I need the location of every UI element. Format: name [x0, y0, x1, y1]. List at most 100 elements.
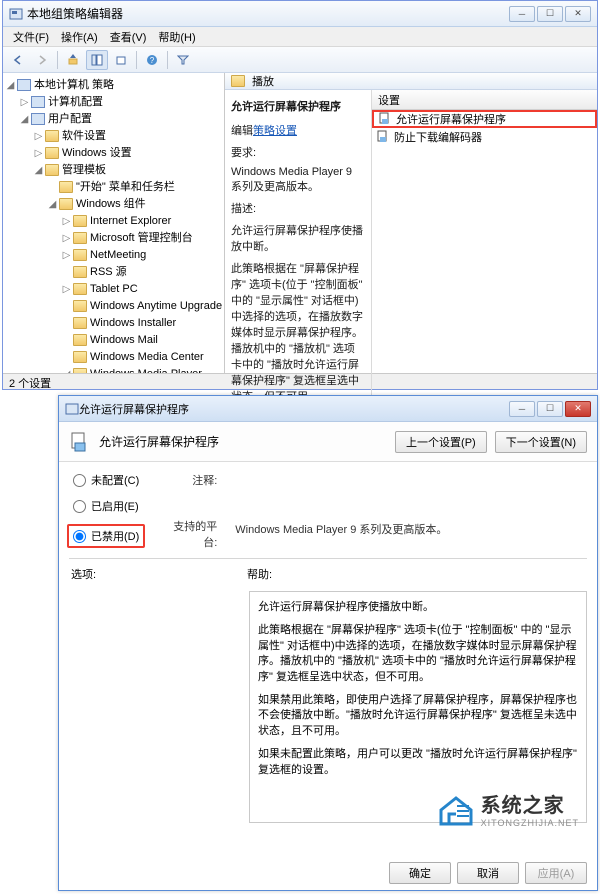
minimize-button[interactable]: ─	[509, 401, 535, 417]
radio-disabled[interactable]: 已禁用(D)	[73, 528, 139, 544]
desc-text: 允许运行屏幕保护程序使播放中断。	[231, 222, 365, 254]
back-button[interactable]	[7, 50, 29, 70]
show-hide-tree-button[interactable]	[86, 50, 108, 70]
policy-tree: ◢本地计算机 策略 ▷计算机配置 ◢用户配置 ▷软件设置 ▷Windows 设置…	[3, 77, 224, 373]
tree-label: Windows 组件	[76, 198, 146, 210]
apply-button[interactable]: 应用(A)	[525, 862, 587, 884]
tree-label: Windows Anytime Upgrade	[90, 300, 222, 312]
tree-label: RSS 源	[90, 266, 127, 278]
policy-icon	[376, 130, 390, 144]
tree-node-tablet[interactable]: ▷Tablet PC	[61, 281, 224, 298]
folder-icon	[45, 164, 59, 176]
tree-node-installer[interactable]: Windows Installer	[61, 315, 224, 332]
window-title: 本地组策略编辑器	[27, 5, 509, 22]
minimize-button[interactable]: ─	[509, 6, 535, 22]
tree-node-start-taskbar[interactable]: "开始" 菜单和任务栏	[47, 179, 224, 196]
toolbar: ?	[3, 47, 597, 73]
policy-icon	[69, 431, 91, 453]
maximize-button[interactable]: ☐	[537, 6, 563, 22]
list-row-allow-screensaver[interactable]: 允许运行屏幕保护程序	[372, 110, 597, 128]
toolbar-separator-2	[136, 51, 137, 69]
client-area: ◢本地计算机 策略 ▷计算机配置 ◢用户配置 ▷软件设置 ▷Windows 设置…	[3, 73, 597, 373]
close-button[interactable]: ✕	[565, 6, 591, 22]
list-column-header[interactable]: 设置	[372, 90, 597, 110]
tree-label: NetMeeting	[90, 249, 146, 261]
tree-label: Windows Installer	[90, 317, 176, 329]
list-item-label: 防止下载编解码器	[394, 129, 482, 145]
watermark-text: 系统之家 XITONGZHIJIA.NET	[481, 789, 579, 828]
desc-para2: 此策略根据在 "屏幕保护程序" 选项卡(位于 "控制面板" 中的 "显示属性" …	[231, 260, 365, 404]
prev-setting-button[interactable]: 上一个设置(P)	[395, 431, 487, 453]
folder-icon	[73, 249, 87, 261]
tree-node-ie[interactable]: ▷Internet Explorer	[61, 213, 224, 230]
folder-icon	[73, 283, 87, 295]
tree-node-computer-cfg[interactable]: ▷计算机配置	[19, 94, 224, 111]
radio-enabled[interactable]: 已启用(E)	[73, 498, 145, 514]
menu-action[interactable]: 操作(A)	[55, 27, 104, 47]
titlebar[interactable]: 本地组策略编辑器 ─ ☐ ✕	[3, 1, 597, 27]
edit-label: 编辑	[231, 125, 253, 137]
tree-pane[interactable]: ◢本地计算机 策略 ▷计算机配置 ◢用户配置 ▷软件设置 ▷Windows 设置…	[3, 73, 225, 373]
menu-help[interactable]: 帮助(H)	[152, 27, 201, 47]
tree-node-netmeeting[interactable]: ▷NetMeeting	[61, 247, 224, 264]
req-label: 要求:	[231, 144, 365, 160]
tree-node-media-center[interactable]: Windows Media Center	[61, 349, 224, 366]
radio-label: 未配置(C)	[91, 472, 139, 488]
tree-node-anytime[interactable]: Windows Anytime Upgrade	[61, 298, 224, 315]
up-button[interactable]	[62, 50, 84, 70]
computer-icon	[17, 79, 31, 91]
tree-node-admin-templates[interactable]: ◢管理模板 "开始" 菜单和任务栏 ◢Windows 组件 ▷Internet …	[33, 162, 224, 373]
help-paragraph: 此策略根据在 "屏幕保护程序" 选项卡(位于 "控制面板" 中的 "显示属性" …	[258, 623, 578, 685]
tree-label: Windows 设置	[62, 147, 132, 159]
settings-list: 设置 允许运行屏幕保护程序 防止下载编解码器	[371, 90, 597, 418]
menu-view[interactable]: 查看(V)	[104, 27, 153, 47]
close-button[interactable]: ✕	[565, 401, 591, 417]
maximize-button[interactable]: ☐	[537, 401, 563, 417]
menu-file[interactable]: 文件(F)	[7, 27, 55, 47]
label-platform: 支持的平台:	[163, 518, 217, 550]
tree-node-rss[interactable]: RSS 源	[61, 264, 224, 281]
tree-node-wmp[interactable]: ◢Windows Media Player 播放 网络	[61, 366, 224, 373]
app-icon	[9, 7, 23, 21]
edit-policy-link[interactable]: 策略设置	[253, 125, 297, 137]
req-text: Windows Media Player 9 系列及更高版本。	[231, 166, 365, 194]
tree-label: Windows Media Player	[90, 368, 202, 373]
radio-notconfigured[interactable]: 未配置(C)	[73, 472, 145, 488]
tree-node-win-components[interactable]: ◢Windows 组件 ▷Internet Explorer ▷Microsof…	[47, 196, 224, 373]
folder-icon	[59, 198, 73, 210]
folder-icon	[73, 351, 87, 363]
help-button[interactable]: ?	[141, 50, 163, 70]
tree-node-win-settings[interactable]: ▷Windows 设置	[33, 145, 224, 162]
tree-label: 用户配置	[48, 113, 92, 125]
tree-node-mmc[interactable]: ▷Microsoft 管理控制台	[61, 230, 224, 247]
tree-label: 管理模板	[62, 164, 106, 176]
options-help-labels: 选项: 帮助:	[59, 561, 597, 587]
list-item-label: 允许运行屏幕保护程序	[396, 111, 506, 127]
export-button[interactable]	[110, 50, 132, 70]
list-row-prevent-codec[interactable]: 防止下载编解码器	[372, 128, 597, 146]
forward-button[interactable]	[31, 50, 53, 70]
next-setting-button[interactable]: 下一个设置(N)	[495, 431, 587, 453]
policy-dialog: 允许运行屏幕保护程序 ─ ☐ ✕ 允许运行屏幕保护程序 上一个设置(P) 下一个…	[58, 395, 598, 891]
dialog-titlebar[interactable]: 允许运行屏幕保护程序 ─ ☐ ✕	[59, 396, 597, 422]
watermark-url: XITONGZHIJIA.NET	[481, 818, 579, 828]
policy-description-panel: 允许运行屏幕保护程序 编辑策略设置 要求: Windows Media Play…	[225, 90, 371, 418]
label-annotation: 注释:	[163, 472, 217, 488]
tree-node-user-cfg[interactable]: ◢用户配置 ▷软件设置 ▷Windows 设置 ◢管理模板 "开始" 菜单和任务…	[19, 111, 224, 373]
folder-icon	[59, 181, 73, 193]
cancel-button[interactable]: 取消	[457, 862, 519, 884]
tree-label: Tablet PC	[90, 283, 138, 295]
tree-node-root[interactable]: ◢本地计算机 策略 ▷计算机配置 ◢用户配置 ▷软件设置 ▷Windows 设置…	[5, 77, 224, 373]
help-paragraph: 如果未配置此策略，用户可以更改 "播放时允许运行屏幕保护程序" 复选框的设置。	[258, 747, 578, 778]
tree-node-software[interactable]: ▷软件设置	[33, 128, 224, 145]
ok-button[interactable]: 确定	[389, 862, 451, 884]
filter-button[interactable]	[172, 50, 194, 70]
label-options: 选项:	[71, 566, 247, 582]
content-header: 播放	[225, 73, 597, 90]
tree-node-mail[interactable]: Windows Mail	[61, 332, 224, 349]
gpedit-main-window: 本地组策略编辑器 ─ ☐ ✕ 文件(F) 操作(A) 查看(V) 帮助(H) ?…	[2, 0, 598, 390]
policy-icon	[378, 112, 392, 126]
label-help: 帮助:	[247, 566, 272, 582]
dialog-button-row: 确定 取消 应用(A)	[389, 862, 587, 884]
dialog-policy-title: 允许运行屏幕保护程序	[99, 433, 387, 450]
